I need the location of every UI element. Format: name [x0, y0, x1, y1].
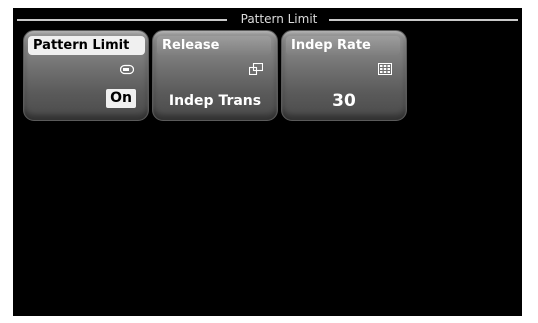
window-overlap-icon	[249, 63, 263, 75]
menu-title-bar: Pattern Limit	[13, 11, 522, 27]
title-divider-left	[17, 19, 227, 21]
keypad-icon	[378, 63, 392, 75]
title-divider-right	[329, 19, 518, 21]
indep-rate-button[interactable]: Indep Rate 30	[281, 30, 407, 121]
indep-rate-label: Indep Rate	[286, 36, 400, 55]
pattern-limit-label: Pattern Limit	[28, 36, 145, 55]
release-button[interactable]: Release Indep Trans	[152, 30, 278, 121]
indep-rate-value: 30	[332, 91, 356, 111]
release-label: Release	[157, 36, 271, 55]
pattern-limit-value: On	[106, 89, 136, 108]
pattern-limit-button[interactable]: Pattern Limit On	[23, 30, 149, 121]
toggle-icon	[120, 64, 134, 75]
menu-screen: Pattern Limit Pattern Limit On Release I…	[13, 8, 522, 316]
release-value: Indep Trans	[168, 93, 262, 109]
menu-title: Pattern Limit	[240, 12, 318, 26]
